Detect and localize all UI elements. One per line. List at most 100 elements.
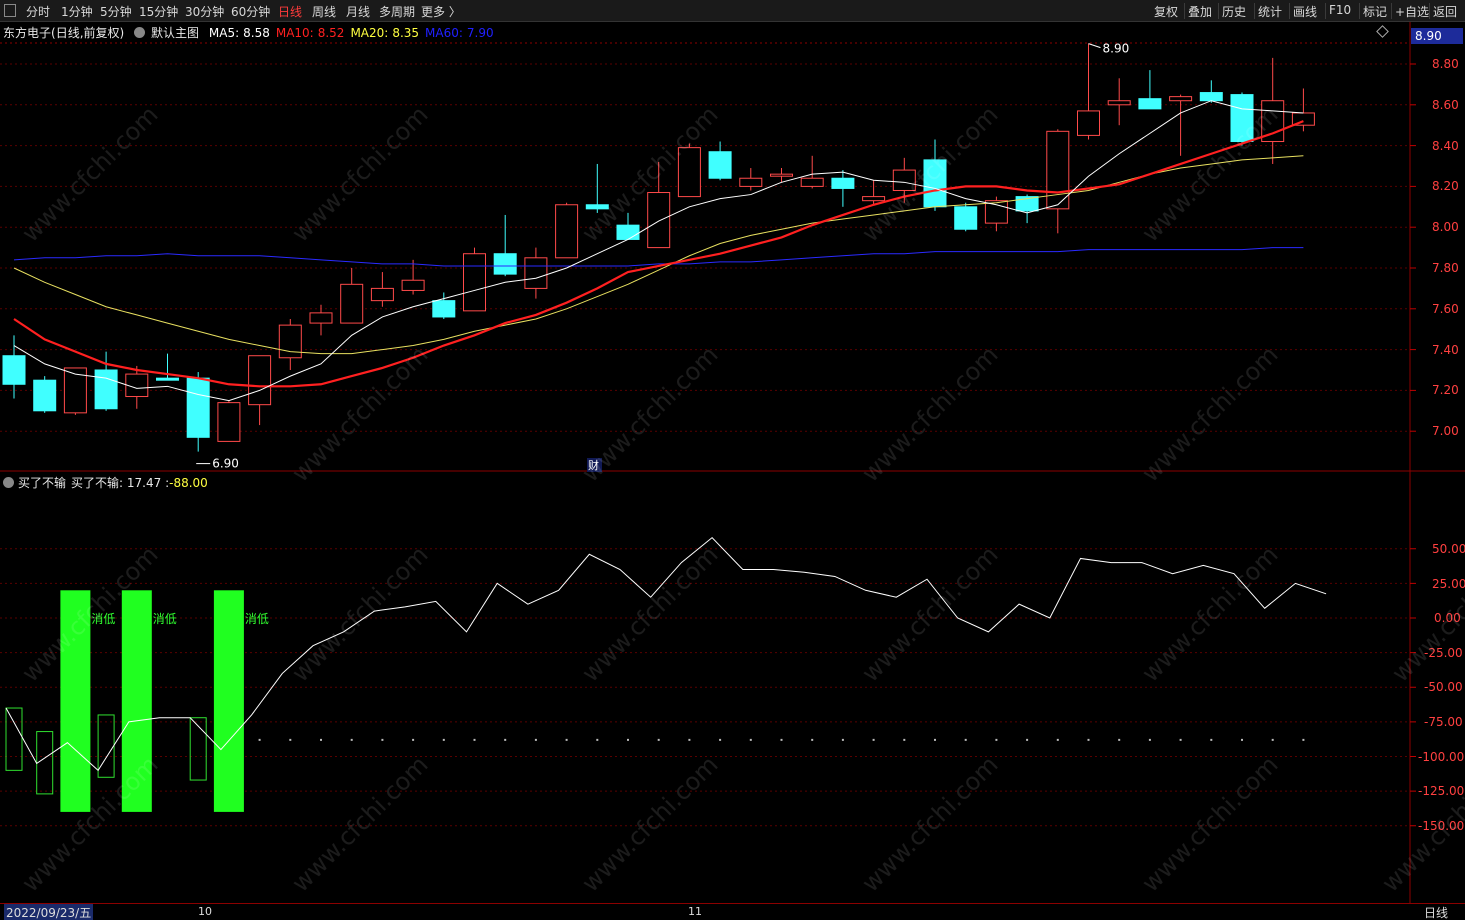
candle-body [524, 257, 548, 289]
candle-body [800, 177, 824, 187]
level-dot [596, 738, 599, 741]
price-tick: 8.00 [1432, 220, 1459, 235]
level-dot [780, 738, 783, 741]
ma60-line [13, 247, 1304, 267]
candle-body [923, 159, 947, 208]
candle-body [892, 169, 916, 191]
level-dot [995, 738, 998, 741]
hollow-bar [36, 731, 54, 795]
level-dot [1210, 738, 1213, 741]
level-dot [1271, 738, 1274, 741]
level-dot [1302, 738, 1305, 741]
level-dot [320, 738, 322, 741]
candle-body [33, 379, 57, 412]
sub-tick: 25.00 [1432, 576, 1465, 591]
level-dot [1056, 738, 1059, 741]
candle-body [1138, 98, 1162, 110]
level-dot [1148, 738, 1151, 741]
candle-body [248, 355, 272, 406]
candle-body [739, 177, 763, 187]
level-dot [1179, 738, 1182, 741]
level-dot [657, 738, 660, 741]
candle-body [156, 377, 179, 381]
candle-body [984, 200, 1008, 224]
hollow-bar [97, 714, 115, 778]
candle-body [309, 312, 333, 324]
candle-body [1169, 96, 1193, 102]
kline-chart[interactable]: 8.90 6.90 财消低 消低 消低 [0, 0, 1465, 920]
signal-label: 消低 [91, 612, 115, 626]
price-tick: 7.00 [1432, 424, 1459, 439]
candle-body [340, 283, 364, 324]
sub-tick: -25.00 [1424, 645, 1463, 660]
candle-body [831, 177, 855, 189]
price-tick: 7.20 [1432, 383, 1459, 398]
candle-body [1077, 110, 1100, 136]
level-dot [1241, 738, 1243, 741]
signal-label: 消低 [245, 612, 269, 626]
price-tick: 7.40 [1432, 342, 1459, 357]
level-dot [934, 738, 936, 741]
candle-body [217, 402, 241, 442]
candle-body [555, 204, 579, 259]
level-dot [841, 738, 844, 741]
sub-indicator-line [5, 536, 1327, 772]
sub-tick: -125.00 [1418, 784, 1465, 799]
candle-body [493, 253, 517, 275]
high-arrow [1088, 43, 1101, 49]
candle-body [2, 355, 26, 385]
signal-bar [60, 590, 91, 812]
level-dot [719, 738, 722, 741]
price-tick: 7.60 [1432, 301, 1459, 316]
event-marker: 财 [588, 458, 599, 472]
candle-body [186, 377, 210, 438]
level-dot [749, 738, 752, 741]
month-label-nov: 11 [688, 905, 702, 918]
level-dot [688, 738, 691, 741]
candle-body [278, 324, 302, 359]
level-dot [381, 738, 384, 741]
candle-body [401, 279, 425, 291]
level-dot [534, 738, 537, 741]
price-tick: 8.80 [1432, 57, 1459, 71]
month-label-oct: 10 [198, 905, 212, 918]
level-dot [289, 738, 292, 741]
cursor-date: 2022/09/23/五 [4, 904, 94, 920]
ma5-line [13, 100, 1304, 402]
price-tick: 8.40 [1432, 138, 1459, 153]
level-dot [350, 738, 353, 741]
level-dot [903, 738, 906, 741]
signal-label: 消低 [153, 612, 177, 626]
signal-bar [121, 590, 152, 812]
level-dot [811, 738, 814, 741]
level-dot [627, 738, 629, 741]
low-price-label: 6.90 [212, 457, 239, 471]
level-dot [1087, 738, 1090, 741]
level-dot [442, 738, 445, 741]
candle-body [370, 287, 394, 302]
price-tick: 7.80 [1432, 261, 1459, 275]
candle-body [954, 206, 978, 230]
candle-body [585, 204, 609, 210]
level-dot [258, 738, 261, 741]
price-tick: 8.60 [1432, 97, 1459, 112]
sub-tick: 50.00 [1432, 542, 1465, 556]
sub-tick: 0.00 [1434, 611, 1461, 626]
sub-tick: -150.00 [1418, 818, 1465, 833]
high-price-label: 8.90 [1103, 42, 1130, 56]
hollow-bar [189, 717, 207, 781]
sub-tick: -100.00 [1418, 749, 1465, 764]
candle-body [1199, 92, 1223, 102]
level-dot [872, 738, 875, 741]
candle-body [463, 253, 486, 312]
level-dot [565, 738, 568, 741]
signal-bar [213, 590, 244, 812]
candle-body [1230, 94, 1254, 143]
sub-tick: -50.00 [1424, 680, 1463, 695]
level-dot [504, 738, 507, 741]
candle-body [862, 196, 886, 202]
candle-body [647, 192, 671, 249]
candle-body [770, 173, 793, 177]
candle-body [677, 147, 701, 198]
level-dot [473, 738, 476, 741]
